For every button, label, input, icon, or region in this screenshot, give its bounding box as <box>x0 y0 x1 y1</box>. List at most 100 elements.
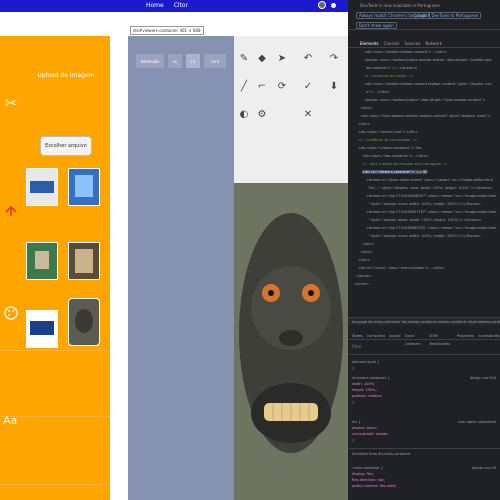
image-thumbnail[interactable] <box>68 242 100 280</box>
select-icon[interactable]: ➤ <box>276 52 288 64</box>
css-rule-line[interactable]: height: 100%; <box>352 388 377 392</box>
css-rule-line[interactable]: } <box>352 400 354 404</box>
dom-line[interactable]: <div class="palette-toolbar-content">...… <box>364 50 447 54</box>
css-rule-line[interactable]: div { <box>352 420 361 424</box>
choose-file-button[interactable]: Escolher arquivo <box>40 136 92 156</box>
tab-event-listeners[interactable]: Event Listeners <box>405 332 426 346</box>
tab-accessibility[interactable]: Accessibility <box>478 332 500 339</box>
dom-line[interactable]: " style="display: none; width: 100%; hei… <box>368 202 481 206</box>
divider <box>348 354 500 355</box>
check-icon[interactable]: ✓ <box>302 80 314 92</box>
crop-icon[interactable]: ⌐ <box>256 80 268 92</box>
dom-line[interactable]: </div> <box>362 242 374 246</box>
dom-line[interactable]: e;">...</div> <box>366 90 390 94</box>
avatar[interactable] <box>318 1 326 9</box>
css-rule-line[interactable]: flex-direction: row; <box>352 478 385 482</box>
tab-layout[interactable]: Layout <box>389 332 401 339</box>
dom-line[interactable]: <iframe id="piece-editor-frame" class="v… <box>366 178 493 182</box>
css-rule-line[interactable]: position: relative; <box>352 394 383 398</box>
dom-comment[interactable]: <!-- Contêiner do visualizador --> <box>358 138 417 142</box>
image-thumbnail[interactable] <box>26 242 58 280</box>
adjust-icon[interactable]: ◐ <box>238 108 250 120</box>
dom-line[interactable]: </div> <box>360 250 372 254</box>
styles-filter-input[interactable]: Filter <box>352 344 496 352</box>
tab-console[interactable]: Console <box>384 40 400 47</box>
breadcrumb[interactable]: div.page div.main-container div.viewer-c… <box>348 317 500 325</box>
tab-sources[interactable]: Sources <box>405 40 421 47</box>
close-icon[interactable]: ✕ <box>302 108 314 120</box>
css-rule-line[interactable]: } <box>352 366 354 370</box>
dom-line[interactable]: <div class="viewer-container"> flex <box>358 146 422 150</box>
dom-line[interactable]: <div id="menu" class="menu-hidden">...</… <box>358 266 444 270</box>
tab-computed[interactable]: Computed <box>367 332 385 339</box>
scissors-icon[interactable]: ✂ <box>0 88 22 118</box>
nav-home-link[interactable]: Home <box>146 2 164 9</box>
css-source-link[interactable]: design.css:544 <box>470 376 496 380</box>
upload-title: Upload de Imagem <box>37 72 95 79</box>
settings-icon[interactable]: ⚙ <box>256 108 268 120</box>
tab-network[interactable]: Network <box>425 40 442 47</box>
css-rule-line[interactable]: display: block; <box>352 426 377 430</box>
dom-tree[interactable]: <div class="palette-toolbar-content">...… <box>354 50 500 316</box>
css-rule-line[interactable]: .main-container { <box>352 466 383 470</box>
viewer-tab-button[interactable]: roco <box>204 54 226 68</box>
upload-icon[interactable] <box>0 196 22 226</box>
viewer-tab-button[interactable]: bermuda <box>136 54 164 68</box>
dom-line[interactable]: </div> <box>358 122 370 126</box>
dom-line[interactable]: </div> <box>360 106 372 110</box>
rotate-icon[interactable]: ⟳ <box>276 80 288 92</box>
css-rule-line[interactable]: width: 100%; <box>352 382 375 386</box>
image-thumbnail[interactable] <box>68 298 100 346</box>
tab-elements[interactable]: Elements <box>360 40 379 47</box>
dom-line[interactable]: ?id=..." style="display: none; width: 10… <box>368 186 492 190</box>
dont-show-again-button[interactable]: Don't show again <box>356 22 397 29</box>
switch-language-button[interactable]: Switch DevTools to Portuguese <box>414 12 482 19</box>
dom-line[interactable]: <button class="toolbar-button palette-bu… <box>364 58 491 62</box>
image-thumbnail[interactable] <box>68 168 100 206</box>
editor-image <box>234 183 348 500</box>
brush-icon[interactable]: ╱ <box>238 80 250 92</box>
dom-line[interactable]: </html> <box>354 282 369 286</box>
dom-line[interactable]: <iframe id="tab-1741098057787" class="vi… <box>366 210 496 214</box>
dom-line[interactable]: " style="display: block; width: 100%; he… <box>368 218 482 222</box>
dom-line[interactable]: bar-content"> == </button> <box>366 66 417 70</box>
css-rule-line[interactable]: element.style { <box>352 360 379 364</box>
css-rule-line[interactable]: unicode-bidi: isolate; <box>352 432 389 436</box>
viewer-tab-button[interactable]: vc <box>168 54 182 68</box>
css-rule-line[interactable]: } <box>352 438 354 442</box>
undo-icon[interactable]: ↶ <box>302 52 314 64</box>
fill-icon[interactable]: ◆ <box>256 52 268 64</box>
dom-line[interactable]: <div class="type-toolbar-content toolbar… <box>360 114 491 118</box>
css-rule-line[interactable]: #viewers-container { <box>352 376 390 380</box>
image-thumbnail[interactable] <box>26 310 58 348</box>
dom-line-selected[interactable]: <div id="viewers-container"> == $0 <box>362 170 428 174</box>
css-source-link[interactable]: design.css:29 <box>472 466 496 470</box>
devtools-panel: DevTools is now available in Portuguese … <box>348 0 500 500</box>
devtools-language-banner: DevTools is now available in Portuguese … <box>348 0 500 30</box>
download-icon[interactable]: ⬇ <box>328 80 340 92</box>
dom-line[interactable]: <div class="tab-container">...</div> <box>362 154 428 158</box>
tab-properties[interactable]: Properties <box>457 332 475 339</box>
nav-color-link[interactable]: Cltor <box>174 2 188 9</box>
dom-line[interactable]: </body> <box>356 274 372 278</box>
dom-line[interactable]: <button class="toolbar-button" data-targ… <box>364 98 485 102</box>
tab-styles[interactable]: Styles <box>352 332 363 339</box>
dom-line[interactable]: <iframe id="tab-1741098048097" class="vi… <box>366 194 496 198</box>
redo-icon[interactable]: ↷ <box>328 52 340 64</box>
font-tool-label[interactable]: Aa <box>3 414 17 427</box>
css-rule-line[interactable]: justify-content: flex-start; <box>352 484 396 488</box>
pen-icon[interactable]: ✎ <box>238 52 250 64</box>
viewer-tab-button[interactable]: co <box>186 54 200 68</box>
dom-line[interactable]: <div class="vertical-line"></div> <box>358 130 418 134</box>
dom-comment[interactable]: <!-- Conteúdo da paleta --> <box>364 74 413 78</box>
dom-line[interactable]: </div> <box>358 258 370 262</box>
dom-line[interactable]: <div class="palette-toolbar-content tool… <box>364 82 492 86</box>
menu-dot-icon[interactable] <box>331 3 336 8</box>
css-rule-line[interactable]: display: flex; <box>352 472 374 476</box>
dom-line[interactable]: " style="display: none; width: 100%; hei… <box>368 234 481 238</box>
dom-comment[interactable]: <!-- Aqui o editor de imagem será carreg… <box>362 162 447 166</box>
tab-dom-breakpoints[interactable]: DOM Breakpoints <box>429 332 452 346</box>
palette-icon[interactable] <box>0 298 22 328</box>
dom-line[interactable]: <iframe id="tab-1741098062335" class="vi… <box>366 226 496 230</box>
image-thumbnail[interactable] <box>26 168 58 206</box>
